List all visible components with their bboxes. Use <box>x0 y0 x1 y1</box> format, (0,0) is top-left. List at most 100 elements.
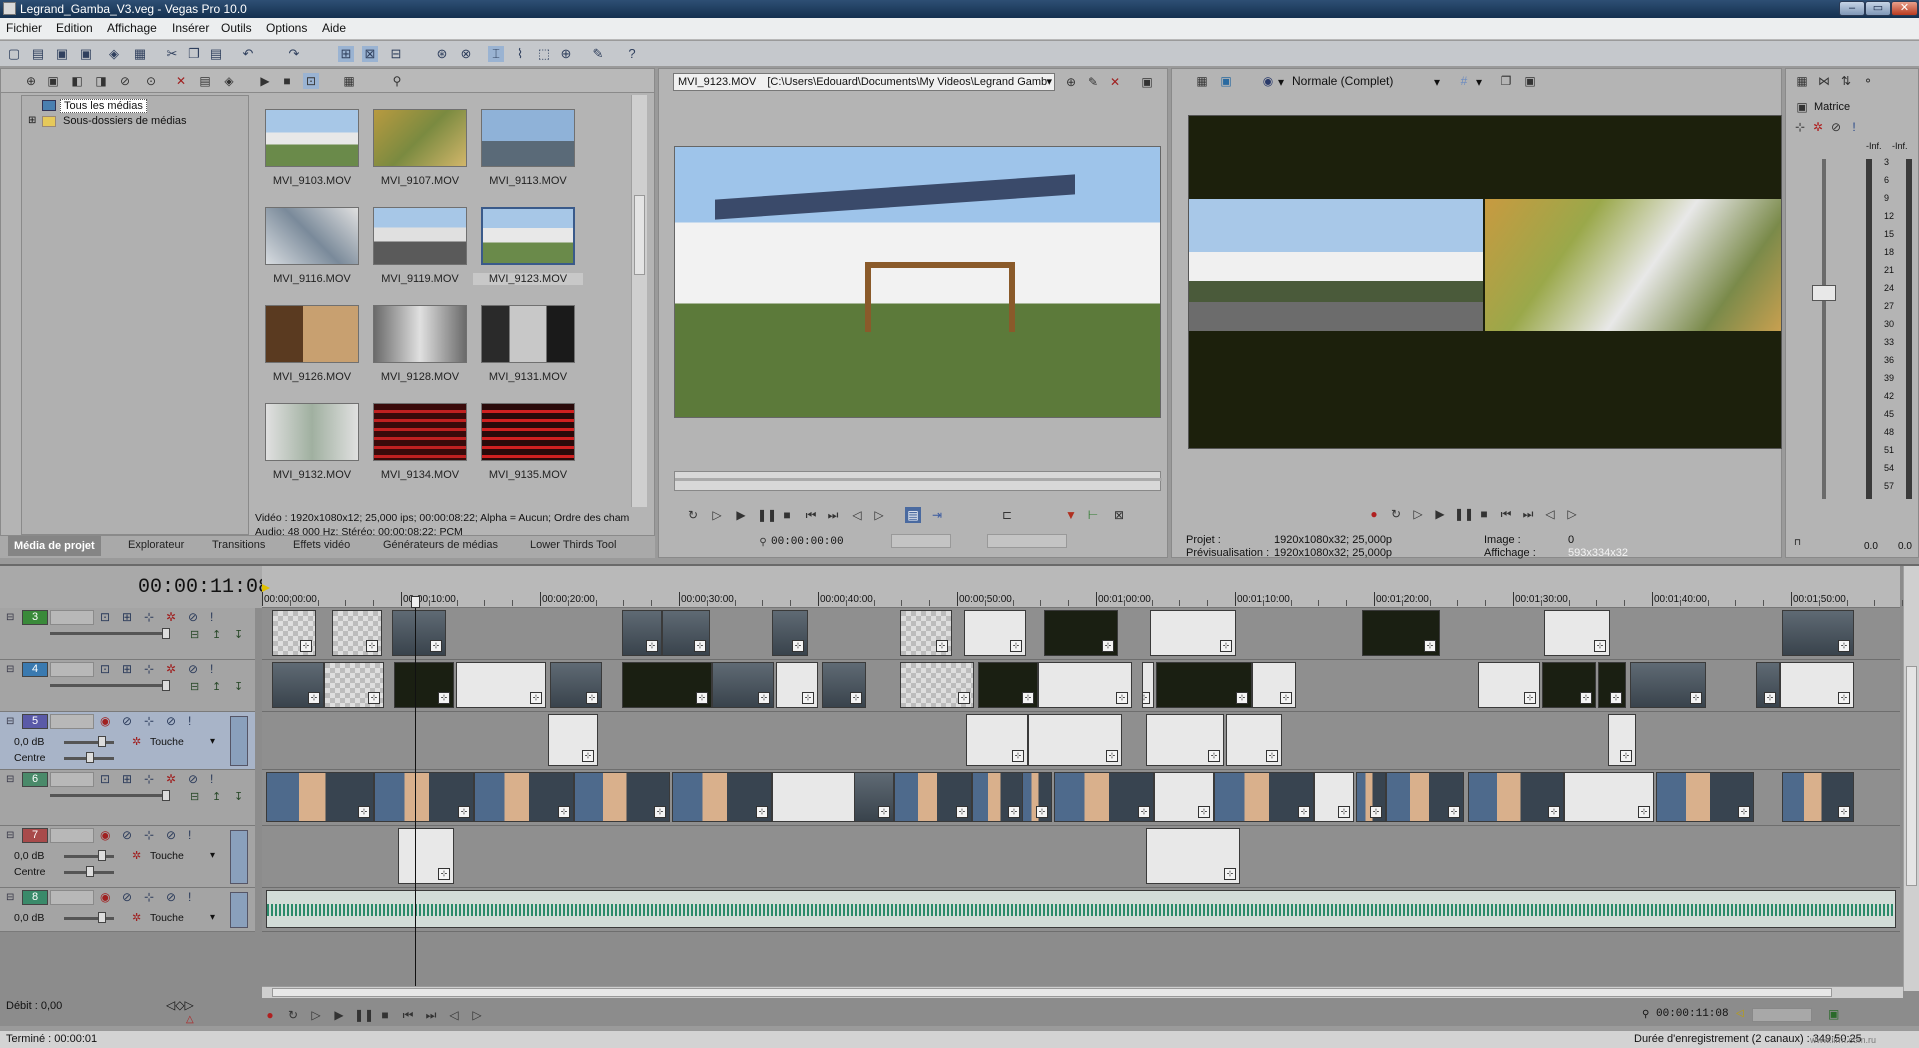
overwrite-icon[interactable]: ⇥ <box>929 507 945 523</box>
track-motion-icon[interactable]: ⊟ <box>190 628 199 641</box>
insert-mode-icon[interactable]: ▤ <box>905 507 921 523</box>
undo-icon[interactable]: ↶ <box>240 46 256 62</box>
stop-icon[interactable]: ■ <box>779 507 795 523</box>
matrix-icon[interactable]: ▣ <box>1794 99 1810 115</box>
solo-icon[interactable]: ! <box>188 828 191 842</box>
video-event[interactable]: ⊹ <box>622 610 662 656</box>
event-fx-icon[interactable]: ⊹ <box>1338 806 1350 818</box>
event-fx-icon[interactable]: ⊹ <box>1838 806 1850 818</box>
expand-keyframes-icon[interactable]: ↥ <box>212 790 221 803</box>
preview-props-icon[interactable]: ▦ <box>1194 73 1210 89</box>
event-fx-icon[interactable]: ⊹ <box>758 692 770 704</box>
event-fx-icon[interactable]: ⊹ <box>1690 692 1702 704</box>
prev-frame-icon[interactable]: ◁ <box>849 507 865 523</box>
event-fx-icon[interactable]: ⊹ <box>694 640 706 652</box>
scrollbar-thumb[interactable] <box>1906 666 1917 886</box>
video-event[interactable]: ⊹ <box>854 772 894 822</box>
expand-keyframes-icon[interactable]: ↥ <box>212 680 221 693</box>
tree-expand-icon[interactable]: ⊞ <box>28 115 36 126</box>
chevron-down-icon[interactable]: ▾ <box>210 736 215 747</box>
video-event[interactable]: ⊹ <box>978 662 1038 708</box>
record-arm-icon[interactable]: ◉ <box>100 890 110 904</box>
record-icon[interactable]: ● <box>1366 506 1382 522</box>
lock-envelopes-icon[interactable]: ⊟ <box>388 46 404 62</box>
event-fx-icon[interactable]: ⊹ <box>1022 692 1034 704</box>
fx-icon[interactable]: ✲ <box>166 772 176 786</box>
tab-media-de-projet[interactable]: Média de projet <box>8 536 101 556</box>
event-fx-icon[interactable]: ⊹ <box>530 692 542 704</box>
event-fx-icon[interactable]: ⊹ <box>1106 750 1118 762</box>
event-fx-icon[interactable]: ⊹ <box>1738 806 1750 818</box>
track-lane[interactable]: ⊹ ⊹ ⊹ ⊹ ⊹ ⊹ <box>262 712 1900 770</box>
tab-generateurs-de-medias[interactable]: Générateurs de médias <box>383 539 498 551</box>
event-fx-icon[interactable]: ⊹ <box>300 640 312 652</box>
volume-slider-knob[interactable] <box>98 912 106 923</box>
trimmer-in-field[interactable] <box>891 534 951 548</box>
track-lane[interactable]: ⊹ ⊹ ⊹ ⊹ ⊹ ⊹ ⊹ ⊹ ⊹ ⊹ ⊹ ⊹ ⊹ <box>262 608 1900 660</box>
event-fx-icon[interactable]: ⊹ <box>1220 640 1232 652</box>
level-slider[interactable] <box>50 794 170 797</box>
video-event[interactable]: ⊹ <box>822 662 866 708</box>
pause-icon[interactable]: ❚❚ <box>1454 506 1474 522</box>
level-slider-knob[interactable] <box>162 628 170 639</box>
mixer-fx-icon[interactable]: ⚬ <box>1860 73 1876 89</box>
event-fx-icon[interactable]: ⊹ <box>1594 640 1606 652</box>
track-expand-icon[interactable]: ⊟ <box>6 716 14 727</box>
tree-item-subfolders[interactable]: Sous-dossiers de médias <box>63 115 187 127</box>
new-icon[interactable]: ▢ <box>6 46 22 62</box>
mute-icon[interactable]: ⊘ <box>188 610 198 624</box>
track-expand-icon[interactable]: ⊟ <box>6 830 14 841</box>
play-media-icon[interactable]: ▶ <box>257 73 273 89</box>
automation-settings-icon[interactable]: ✲ <box>132 911 141 924</box>
track-expand-icon[interactable]: ⊟ <box>6 664 14 675</box>
help-icon[interactable]: ? <box>624 46 640 62</box>
event-fx-icon[interactable]: ⊹ <box>1610 692 1622 704</box>
thumbnail[interactable] <box>373 207 467 265</box>
timeline-ruler[interactable]: 00:00:00:0000:00:10:0000:00:20:0000:00:3… <box>262 566 1904 608</box>
audio-event[interactable] <box>266 890 1896 928</box>
play-icon[interactable]: ▶ <box>1432 506 1448 522</box>
track-name-field[interactable] <box>50 662 94 677</box>
video-event[interactable]: ⊹ <box>1782 610 1854 656</box>
video-event[interactable]: ⊹ <box>1542 662 1596 708</box>
video-event[interactable]: ⊹ <box>1598 662 1626 708</box>
event-fx-icon[interactable]: ⊹ <box>936 640 948 652</box>
video-event[interactable]: ⊹ <box>548 714 598 766</box>
event-fx-icon[interactable]: ⊹ <box>1548 806 1560 818</box>
envelope-tool-icon[interactable]: ⌇ <box>512 46 528 62</box>
volume-slider[interactable] <box>64 855 114 858</box>
import-media-icon[interactable]: ⊕ <box>23 73 39 89</box>
video-event[interactable]: ⊹ <box>894 772 972 822</box>
video-event[interactable]: ⊹ <box>266 772 374 822</box>
event-fx-icon[interactable]: ⊹ <box>366 640 378 652</box>
thumbnail[interactable] <box>373 305 467 363</box>
event-fx-icon[interactable]: ⊹ <box>308 692 320 704</box>
event-fx-icon[interactable]: ⊹ <box>1424 640 1436 652</box>
rate-slider-icon[interactable]: ◁◇▷ <box>166 998 194 1012</box>
video-event[interactable]: ⊹ <box>672 772 772 822</box>
menu-edition[interactable]: Edition <box>56 21 93 35</box>
pause-icon[interactable]: ❚❚ <box>354 1007 374 1023</box>
mixer-downmix-icon[interactable]: ⋈ <box>1816 73 1832 89</box>
timeline-v-scrollbar[interactable] <box>1903 566 1919 991</box>
track-header[interactable]: ⊟ 4 ⊡ ⊞ ⊹ ✲ ⊘! ⊟ ↥ ↧ <box>0 660 255 712</box>
video-event[interactable]: ⊹ <box>772 610 808 656</box>
copy-icon[interactable]: ❐ <box>186 46 202 62</box>
video-event[interactable]: ⊹ <box>1564 772 1654 822</box>
event-fx-icon[interactable]: ⊹ <box>1036 806 1048 818</box>
expand-keyframes-icon[interactable]: ↥ <box>212 628 221 641</box>
event-fx-icon[interactable]: ⊹ <box>430 640 442 652</box>
menu-affichage[interactable]: Affichage <box>107 21 157 35</box>
mixer-dim-icon[interactable]: ⇅ <box>1838 73 1854 89</box>
media-generators-icon[interactable]: ◈ <box>221 73 237 89</box>
play-icon[interactable]: ▶ <box>331 1007 347 1023</box>
automation-mode[interactable]: Touche <box>150 912 184 924</box>
video-event[interactable]: ⊹ <box>1146 714 1224 766</box>
quality-chevron-icon[interactable]: ▾ <box>1278 75 1284 89</box>
automation-icon[interactable]: ⊹ <box>144 610 154 624</box>
solo-icon[interactable]: ! <box>188 714 191 728</box>
video-event[interactable]: ⊹ <box>550 662 602 708</box>
video-event[interactable]: ⊹ <box>972 772 1024 822</box>
zoom-tool-icon[interactable]: ⊕ <box>558 46 574 62</box>
trimmer-monitor-icon[interactable]: ▣ <box>1139 74 1155 90</box>
